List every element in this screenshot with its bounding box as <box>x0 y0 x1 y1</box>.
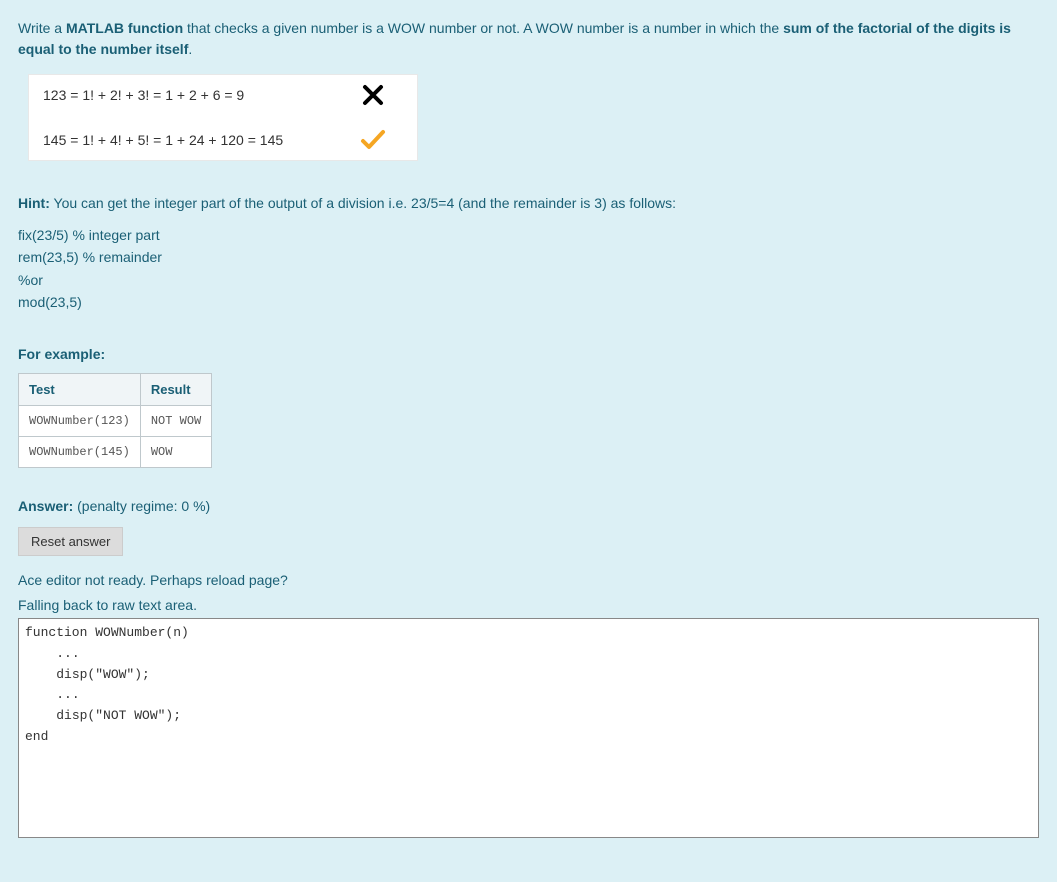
check-icon <box>343 128 403 152</box>
table-header-test: Test <box>19 373 141 406</box>
equation-2: 145 = 1! + 4! + 5! = 1 + 24 + 120 = 145 <box>43 130 343 151</box>
example-row-2: 145 = 1! + 4! + 5! = 1 + 24 + 120 = 145 <box>29 119 417 160</box>
table-cell-test: WOWNumber(145) <box>19 437 141 468</box>
hint-code: fix(23/5) % integer part rem(23,5) % rem… <box>18 224 1039 314</box>
problem-suffix: . <box>188 41 192 57</box>
problem-prefix: Write a <box>18 20 66 36</box>
hint-label: Hint: <box>18 195 50 211</box>
hint-text: You can get the integer part of the outp… <box>50 195 676 211</box>
cross-icon <box>343 83 403 107</box>
hint-block: Hint: You can get the integer part of th… <box>18 193 1039 214</box>
hint-line2: rem(23,5) % remainder <box>18 246 1039 268</box>
answer-heading: Answer: (penalty regime: 0 %) <box>18 496 1039 517</box>
ace-error-msg2: Falling back to raw text area. <box>18 595 1039 616</box>
problem-mid: that checks a given number is a WOW numb… <box>183 20 783 36</box>
hint-line3: %or <box>18 269 1039 291</box>
answer-penalty: (penalty regime: 0 %) <box>73 498 210 514</box>
code-textarea[interactable] <box>18 618 1039 838</box>
table-header-result: Result <box>140 373 211 406</box>
table-cell-result: WOW <box>140 437 211 468</box>
test-table: Test Result WOWNumber(123) NOT WOW WOWNu… <box>18 373 212 469</box>
ace-error-msg1: Ace editor not ready. Perhaps reload pag… <box>18 570 1039 591</box>
table-row: WOWNumber(123) NOT WOW <box>19 406 212 437</box>
problem-bold1: MATLAB function <box>66 20 183 36</box>
table-row: WOWNumber(145) WOW <box>19 437 212 468</box>
equation-1: 123 = 1! + 2! + 3! = 1 + 2 + 6 = 9 <box>43 85 343 106</box>
example-illustration: 123 = 1! + 2! + 3! = 1 + 2 + 6 = 9 145 =… <box>28 74 418 161</box>
table-cell-result: NOT WOW <box>140 406 211 437</box>
reset-answer-button[interactable]: Reset answer <box>18 527 123 556</box>
problem-statement: Write a MATLAB function that checks a gi… <box>18 18 1039 60</box>
for-example-heading: For example: <box>18 344 1039 365</box>
answer-label: Answer: <box>18 498 73 514</box>
example-row-1: 123 = 1! + 2! + 3! = 1 + 2 + 6 = 9 <box>29 75 417 115</box>
table-cell-test: WOWNumber(123) <box>19 406 141 437</box>
hint-line1: fix(23/5) % integer part <box>18 224 1039 246</box>
hint-line4: mod(23,5) <box>18 291 1039 313</box>
